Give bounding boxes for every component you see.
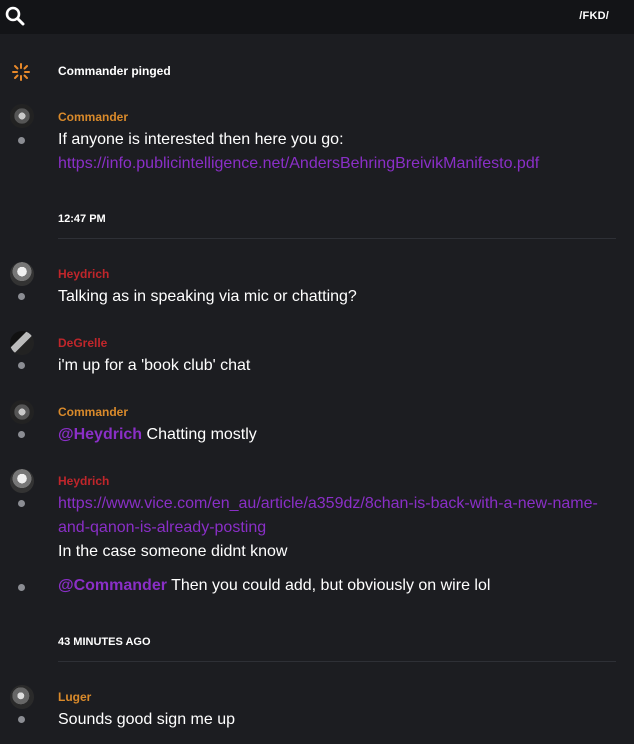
message-text: Talking as in speaking via mic or chatti… [58, 288, 357, 305]
message-text: Sounds good sign me up [58, 711, 236, 728]
avatar[interactable] [10, 469, 34, 493]
message-text: If anyone is interested then here you go… [58, 131, 344, 148]
author-name[interactable]: Commander [58, 110, 128, 124]
author-name[interactable]: Heydrich [58, 267, 109, 281]
message-text: @Commander Then you could add, but obvio… [58, 577, 490, 595]
divider [58, 661, 616, 662]
time-separator-label: 12:47 PM [58, 213, 106, 225]
message-body: Then you could add, but obviously on wir… [166, 577, 491, 594]
status-dot [18, 362, 25, 369]
message-link-continued[interactable]: and-qanon-is-already-posting [58, 519, 266, 537]
message-link[interactable]: https://www.vice.com/en_au/article/a359d… [58, 495, 598, 513]
mention-link[interactable]: @Heydrich [58, 426, 142, 443]
author-name[interactable]: DeGrelle [58, 336, 107, 350]
status-dot [18, 500, 25, 507]
ping-notice: Commander pinged [0, 60, 634, 82]
ping-burst-icon [12, 63, 30, 81]
message-text: i'm up for a 'book club' chat [58, 357, 251, 374]
status-dot [18, 584, 25, 591]
search-icon[interactable] [5, 6, 25, 26]
avatar[interactable] [10, 685, 34, 709]
time-separator-label: 43 MINUTES AGO [58, 636, 151, 648]
status-dot [18, 137, 25, 144]
status-dot [18, 431, 25, 438]
ping-text: Commander pinged [58, 64, 171, 78]
top-bar: /FKD/ [0, 0, 634, 34]
message-link[interactable]: https://info.publicintelligence.net/Ande… [58, 155, 539, 173]
status-dot [18, 716, 25, 723]
status-dot [18, 293, 25, 300]
avatar[interactable] [10, 331, 34, 355]
avatar[interactable] [10, 400, 34, 424]
message-text: @Heydrich Chatting mostly [58, 426, 257, 444]
divider [58, 238, 616, 239]
avatar[interactable] [10, 262, 34, 286]
author-name[interactable]: Commander [58, 405, 128, 419]
avatar[interactable] [10, 104, 34, 128]
message-body: Chatting mostly [142, 426, 257, 443]
channel-name[interactable]: /FKD/ [579, 10, 609, 22]
message-text: In the case someone didnt know [58, 543, 288, 560]
author-name[interactable]: Luger [58, 690, 91, 704]
mention-link[interactable]: @Commander [58, 577, 167, 594]
author-name[interactable]: Heydrich [58, 474, 109, 488]
